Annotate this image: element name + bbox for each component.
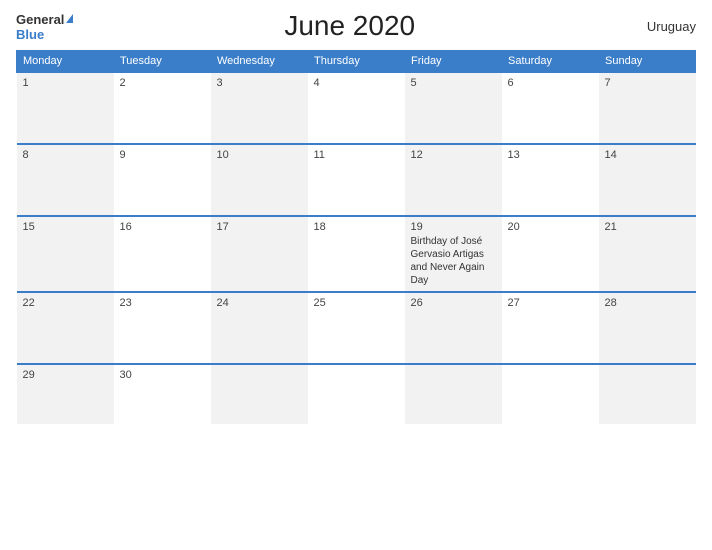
calendar-week-row: 1234567 xyxy=(17,72,696,144)
day-number: 16 xyxy=(120,221,205,233)
day-number: 29 xyxy=(23,369,108,381)
col-tuesday: Tuesday xyxy=(114,51,211,73)
calendar-week-row: 22 23 24 25 26 27 28 xyxy=(17,292,696,364)
calendar-day: 16 xyxy=(114,216,211,292)
calendar-day: 1 xyxy=(17,72,114,144)
day-event: Birthday of José Gervasio Artigas and Ne… xyxy=(411,236,485,286)
calendar-title: June 2020 xyxy=(73,10,626,42)
country-label: Uruguay xyxy=(626,19,696,34)
calendar-day: 7 xyxy=(599,72,696,144)
calendar-day: 6 xyxy=(502,72,599,144)
calendar-day: 10 xyxy=(211,144,308,216)
day-number: 25 xyxy=(314,297,399,309)
calendar-week-row: 15 16 17 18 19 Birthday of José Gervasio Arti… xyxy=(17,216,696,292)
day-number: 6 xyxy=(508,77,593,89)
day-number: 11 xyxy=(314,149,399,161)
day-number: 18 xyxy=(314,221,399,233)
calendar-day: 25 xyxy=(308,292,405,364)
day-number: 17 xyxy=(217,221,302,233)
calendar-day xyxy=(599,364,696,424)
calendar-day xyxy=(211,364,308,424)
day-number: 28 xyxy=(605,297,690,309)
calendar-header: Monday Tuesday Wednesday Thursday Friday… xyxy=(17,51,696,73)
calendar-day: 22 xyxy=(17,292,114,364)
calendar-day: 4 xyxy=(308,72,405,144)
calendar-day: 20 xyxy=(502,216,599,292)
day-number: 12 xyxy=(411,149,496,161)
header: General Blue June 2020 Uruguay xyxy=(16,10,696,42)
calendar-day: 24 xyxy=(211,292,308,364)
day-number: 10 xyxy=(217,149,302,161)
calendar-day xyxy=(405,364,502,424)
calendar-table: Monday Tuesday Wednesday Thursday Friday… xyxy=(16,50,696,424)
calendar-day: 11 xyxy=(308,144,405,216)
col-thursday: Thursday xyxy=(308,51,405,73)
calendar-day: 21 xyxy=(599,216,696,292)
day-number: 14 xyxy=(605,149,690,161)
calendar-day xyxy=(308,364,405,424)
calendar-week-row: 89 10 11 12 13 14 xyxy=(17,144,696,216)
day-number: 24 xyxy=(217,297,302,309)
day-number: 5 xyxy=(411,77,496,89)
col-sunday: Sunday xyxy=(599,51,696,73)
calendar-day: 28 xyxy=(599,292,696,364)
calendar-day: 26 xyxy=(405,292,502,364)
day-number: 23 xyxy=(120,297,205,309)
logo-general: General xyxy=(16,12,73,28)
calendar-day: 29 xyxy=(17,364,114,424)
col-monday: Monday xyxy=(17,51,114,73)
calendar-day: 9 xyxy=(114,144,211,216)
col-saturday: Saturday xyxy=(502,51,599,73)
day-number: 2 xyxy=(120,77,205,89)
day-number: 15 xyxy=(23,221,108,233)
calendar-body: 12345678910111213141516171819Birthday of… xyxy=(17,72,696,424)
day-number: 26 xyxy=(411,297,496,309)
calendar-day: 2 xyxy=(114,72,211,144)
day-number: 19 xyxy=(411,221,496,233)
calendar-week-row: 29 30 xyxy=(17,364,696,424)
calendar-day: 30 xyxy=(114,364,211,424)
day-number: 3 xyxy=(217,77,302,89)
calendar-day: 12 xyxy=(405,144,502,216)
calendar-day: 13 xyxy=(502,144,599,216)
day-number: 9 xyxy=(120,149,205,161)
calendar-day: 8 xyxy=(17,144,114,216)
day-number: 22 xyxy=(23,297,108,309)
day-number: 30 xyxy=(120,369,205,381)
calendar-day: 19 Birthday of José Gervasio Artigas and … xyxy=(405,216,502,292)
day-number: 27 xyxy=(508,297,593,309)
page: General Blue June 2020 Uruguay Monday Tu… xyxy=(0,0,712,550)
logo: General Blue xyxy=(16,12,73,41)
calendar-day: 5 xyxy=(405,72,502,144)
col-wednesday: Wednesday xyxy=(211,51,308,73)
calendar-day: 17 xyxy=(211,216,308,292)
calendar-day: 3 xyxy=(211,72,308,144)
calendar-day xyxy=(502,364,599,424)
day-number: 13 xyxy=(508,149,593,161)
logo-triangle-icon xyxy=(66,14,73,23)
calendar-day: 15 xyxy=(17,216,114,292)
day-number: 1 xyxy=(23,77,108,89)
col-friday: Friday xyxy=(405,51,502,73)
day-number: 21 xyxy=(605,221,690,233)
calendar-header-row: Monday Tuesday Wednesday Thursday Friday… xyxy=(17,51,696,73)
calendar-day: 14 xyxy=(599,144,696,216)
calendar-day: 23 xyxy=(114,292,211,364)
logo-blue: Blue xyxy=(16,28,73,41)
calendar-day: 27 xyxy=(502,292,599,364)
day-number: 20 xyxy=(508,221,593,233)
calendar-day: 18 xyxy=(308,216,405,292)
day-number: 7 xyxy=(605,77,690,89)
day-number: 4 xyxy=(314,77,399,89)
day-number: 8 xyxy=(23,149,108,161)
